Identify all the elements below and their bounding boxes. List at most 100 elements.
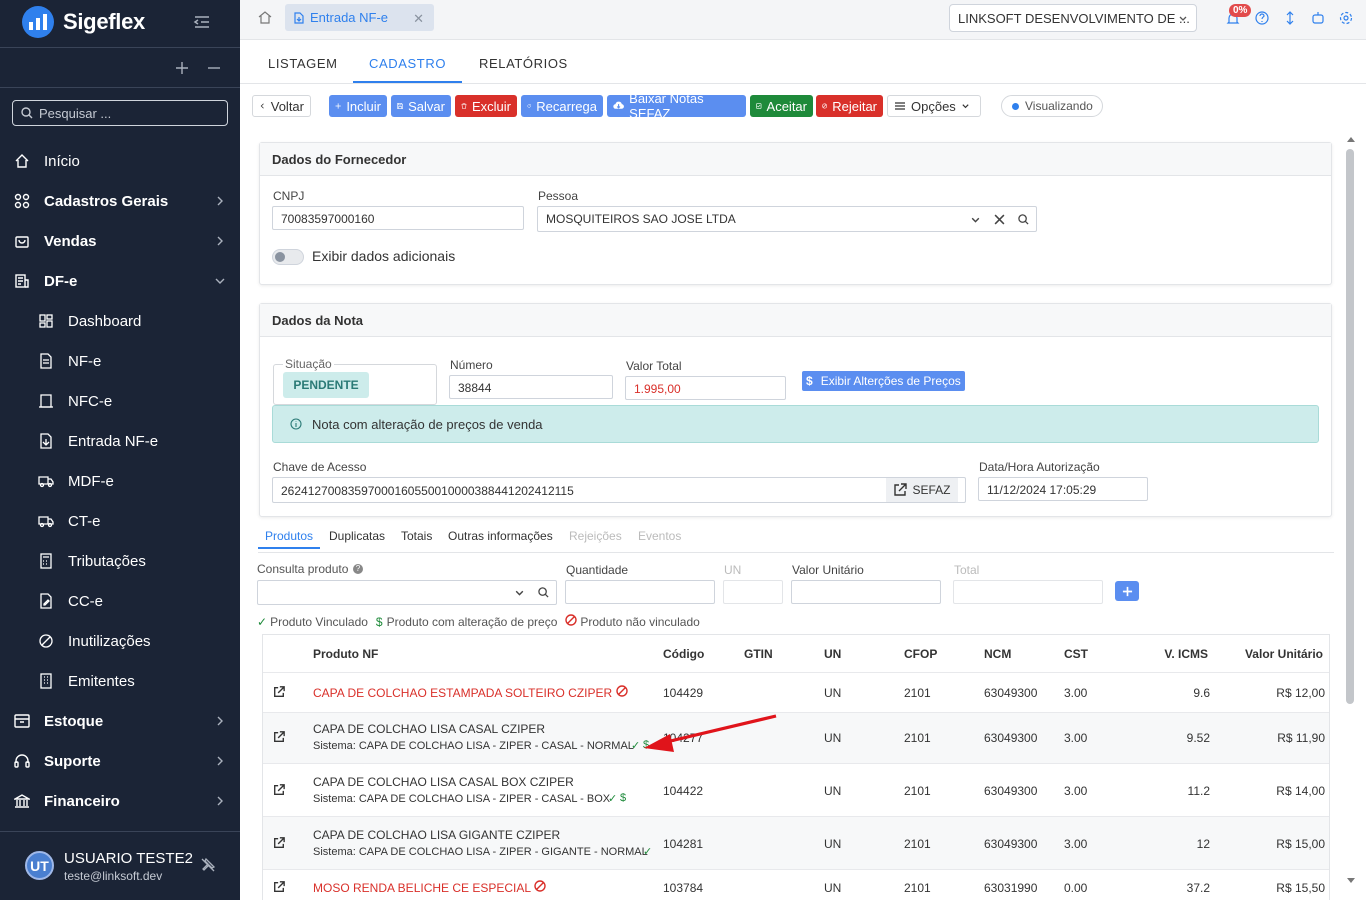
company-select[interactable]: LINKSOFT DESENVOLVIMENTO DE ... bbox=[949, 4, 1197, 32]
additional-data-toggle[interactable] bbox=[272, 249, 304, 265]
save-button[interactable]: Salvar bbox=[391, 95, 451, 117]
search-icon[interactable] bbox=[1018, 214, 1029, 225]
sidebar-item-nfe[interactable]: NF-e bbox=[0, 341, 240, 381]
chevron-down-icon[interactable] bbox=[970, 215, 981, 226]
consulta-produto-select[interactable] bbox=[257, 580, 557, 605]
avatar[interactable]: UT bbox=[25, 851, 54, 880]
collapse-all-icon[interactable] bbox=[206, 60, 222, 76]
help-icon[interactable] bbox=[1255, 11, 1269, 25]
valor-unitario-field[interactable] bbox=[791, 580, 941, 604]
external-link-icon[interactable] bbox=[273, 837, 285, 849]
tab-outras-informacoes[interactable]: Outras informações bbox=[448, 529, 553, 543]
sidebar-item-emitentes[interactable]: Emitentes bbox=[0, 661, 240, 701]
sidebar-item-estoque[interactable]: Estoque bbox=[0, 701, 240, 741]
sidebar-item-nfce[interactable]: NFC-e bbox=[0, 381, 240, 421]
back-button[interactable]: Voltar bbox=[252, 95, 311, 117]
check-icon: ✓ bbox=[608, 793, 618, 805]
sidebar-item-cce[interactable]: CC-e bbox=[0, 581, 240, 621]
expand-vertical-icon[interactable] bbox=[1283, 11, 1297, 25]
tab-produtos[interactable]: Produtos bbox=[265, 529, 313, 543]
scroll-up-icon[interactable] bbox=[1347, 136, 1355, 142]
tab-relatorios[interactable]: RELATÓRIOS bbox=[479, 56, 568, 71]
external-link-icon[interactable] bbox=[273, 881, 285, 893]
search-icon[interactable] bbox=[538, 587, 549, 598]
tab-listagem[interactable]: LISTAGEM bbox=[268, 56, 338, 71]
sidebar-item-entrada-nfe[interactable]: Entrada NF-e bbox=[0, 421, 240, 461]
legend: ✓ Produto Vinculado $ Produto com altera… bbox=[257, 611, 700, 629]
sidebar-item-mdfe[interactable]: MDF-e bbox=[0, 461, 240, 501]
table-row[interactable]: CAPA DE COLCHAO LISA GIGANTE CZIPER Sist… bbox=[263, 816, 1329, 869]
column-header[interactable]: Valor Unitário bbox=[1245, 647, 1323, 661]
table-row[interactable]: CAPA DE COLCHAO LISA CASAL CZIPER Sistem… bbox=[263, 712, 1329, 763]
quantidade-field[interactable] bbox=[565, 580, 715, 604]
collapse-sidebar-icon[interactable] bbox=[193, 13, 211, 31]
tab-totais[interactable]: Totais bbox=[401, 529, 432, 543]
table-row[interactable]: MOSO RENDA BELICHE CE ESPECIAL 103784 UN… bbox=[263, 869, 1329, 900]
ban-icon bbox=[39, 634, 53, 648]
ban-icon bbox=[534, 880, 546, 892]
add-product-button[interactable] bbox=[1115, 581, 1139, 601]
external-link-icon[interactable] bbox=[273, 686, 285, 698]
logo[interactable]: Sigeflex bbox=[22, 6, 145, 38]
download-sefaz-button[interactable]: Baixar Notas SEFAZ bbox=[607, 91, 746, 121]
column-header[interactable]: GTIN bbox=[744, 647, 773, 661]
external-link-icon[interactable] bbox=[273, 731, 285, 743]
sidebar-item-inutilizacoes[interactable]: Inutilizações bbox=[0, 621, 240, 661]
column-header[interactable]: CFOP bbox=[904, 647, 937, 661]
data-autorizacao-field[interactable]: 11/12/2024 17:05:29 bbox=[978, 477, 1148, 501]
clear-icon[interactable] bbox=[994, 214, 1005, 225]
column-header[interactable]: CST bbox=[1064, 647, 1088, 661]
brand-name: Sigeflex bbox=[63, 9, 145, 34]
scroll-thumb[interactable] bbox=[1346, 149, 1354, 704]
sidebar-item-dashboard[interactable]: Dashboard bbox=[0, 301, 240, 341]
column-header[interactable]: Código bbox=[663, 647, 704, 661]
sidebar-item-suporte[interactable]: Suporte bbox=[0, 741, 240, 781]
numero-field[interactable]: 38844 bbox=[449, 375, 613, 399]
sefaz-button[interactable]: SEFAZ bbox=[886, 478, 958, 502]
options-dropdown[interactable]: Opções bbox=[887, 95, 981, 117]
search-placeholder: Pesquisar ... bbox=[39, 105, 112, 121]
tab-entrada-nfe[interactable]: Entrada NF-e ✕ bbox=[285, 4, 434, 31]
chave-field[interactable]: 2624127008359700016055001000038844120241… bbox=[272, 477, 966, 503]
sidebar-item-dfe[interactable]: DF-e bbox=[0, 261, 240, 301]
chevron-down-icon[interactable] bbox=[514, 588, 525, 599]
tab-cadastro[interactable]: CADASTRO bbox=[369, 56, 446, 71]
expand-all-icon[interactable] bbox=[174, 60, 190, 76]
search-icon bbox=[21, 107, 33, 119]
unpin-icon[interactable] bbox=[200, 857, 216, 873]
scroll-down-icon[interactable] bbox=[1347, 878, 1355, 884]
sidebar-item-tributacoes[interactable]: Tributações bbox=[0, 541, 240, 581]
save-label: Salvar bbox=[408, 98, 445, 114]
help-icon[interactable]: ? bbox=[353, 564, 363, 574]
ban-icon bbox=[616, 685, 628, 697]
close-tab-icon[interactable]: ✕ bbox=[413, 11, 424, 27]
annotation-arrow-icon bbox=[644, 714, 777, 752]
pessoa-select[interactable]: MOSQUITEIROS SAO JOSE LTDA bbox=[537, 206, 1037, 232]
sidebar-item-financeiro[interactable]: Financeiro bbox=[0, 781, 240, 821]
sidebar-item-vendas[interactable]: Vendas bbox=[0, 221, 240, 261]
delete-button[interactable]: Excluir bbox=[455, 95, 517, 117]
valor-total-field[interactable]: 1.995,00 bbox=[625, 376, 786, 400]
column-header[interactable]: UN bbox=[824, 647, 841, 661]
column-header[interactable]: NCM bbox=[984, 647, 1011, 661]
reload-button[interactable]: Recarrega bbox=[521, 95, 603, 117]
column-header[interactable]: Produto NF bbox=[313, 647, 378, 661]
sidebar-item-inicio[interactable]: Início bbox=[0, 141, 240, 181]
show-price-changes-button[interactable]: $ Exibir Alterções de Preços bbox=[802, 371, 965, 391]
accept-button[interactable]: Aceitar bbox=[750, 95, 813, 117]
external-link-icon[interactable] bbox=[273, 784, 285, 796]
sidebar-item-cadastros-gerais[interactable]: Cadastros Gerais bbox=[0, 181, 240, 221]
sidebar-item-cte[interactable]: CT-e bbox=[0, 501, 240, 541]
settings-icon[interactable] bbox=[1339, 11, 1353, 25]
tab-duplicatas[interactable]: Duplicatas bbox=[329, 529, 385, 543]
robot-icon[interactable] bbox=[1311, 11, 1325, 25]
cnpj-field[interactable]: 70083597000160 bbox=[272, 206, 524, 230]
table-row[interactable]: CAPA DE COLCHAO ESTAMPADA SOLTEIRO CZIPE… bbox=[263, 672, 1329, 712]
column-header[interactable]: V. ICMS bbox=[1164, 647, 1208, 661]
table-row[interactable]: CAPA DE COLCHAO LISA CASAL BOX CZIPER Si… bbox=[263, 763, 1329, 816]
reject-button[interactable]: Rejeitar bbox=[816, 95, 883, 117]
user-profile[interactable]: UT USUARIO TESTE2 teste@linksoft.dev bbox=[0, 832, 240, 900]
home-icon[interactable] bbox=[258, 10, 272, 24]
sidebar-search-input[interactable]: Pesquisar ... bbox=[12, 100, 228, 126]
add-button[interactable]: Incluir bbox=[329, 95, 387, 117]
